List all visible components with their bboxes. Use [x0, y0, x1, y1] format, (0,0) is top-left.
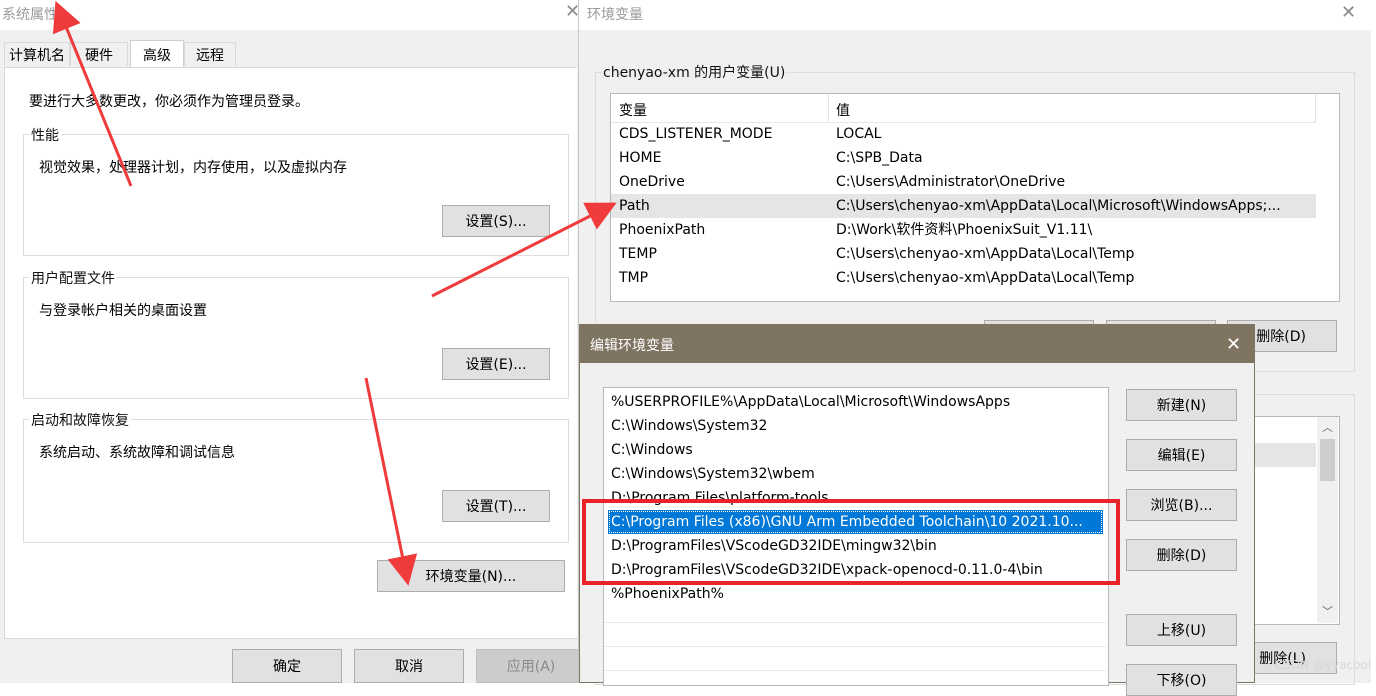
tab-remote[interactable]: 远程: [184, 42, 236, 66]
window-title: 系统属性: [2, 7, 58, 23]
list-item[interactable]: %PhoenixPath%: [608, 582, 1103, 606]
column-divider: [1315, 94, 1316, 122]
new-button[interactable]: 新建(N): [1126, 389, 1237, 421]
tab-hardware[interactable]: 硬件: [70, 42, 128, 66]
table-row[interactable]: TMP C:\Users\chenyao-xm\AppData\Local\Tem…: [611, 266, 1316, 290]
admin-note: 要进行大多数更改，你必须作为管理员登录。: [29, 94, 309, 110]
envvars-titlebar: 环境变量 ✕: [579, 0, 1371, 30]
variable-name: PhoenixPath: [619, 222, 706, 238]
list-item[interactable]: C:\Windows\System32: [608, 414, 1103, 438]
startup-label: 启动和故障恢复: [29, 410, 131, 430]
table-row[interactable]: PhoenixPath D:\Work\软件资料\PhoenixSuit_V1.1…: [611, 218, 1316, 242]
cancel-button[interactable]: 取消: [354, 649, 464, 683]
startup-group: 系统启动、系统故障和调试信息: [23, 419, 569, 543]
table-row[interactable]: Path C:\Users\chenyao-xm\AppData\Local\Mi…: [611, 194, 1316, 218]
dialog-title: 编辑环境变量: [590, 338, 674, 354]
environment-variables-button[interactable]: 环境变量(N)...: [377, 560, 565, 592]
performance-settings-button[interactable]: 设置(S)...: [442, 205, 550, 237]
column-header-value[interactable]: 值: [836, 100, 850, 120]
variable-name: OneDrive: [619, 174, 685, 190]
close-icon[interactable]: ✕: [1226, 334, 1241, 355]
edit-dialog-titlebar: 编辑环境变量 ✕: [580, 325, 1255, 363]
sysprops-titlebar: 系统属性 ✕: [0, 0, 580, 30]
list-divider: [604, 670, 1107, 671]
variable-name: TEMP: [619, 246, 657, 262]
list-item[interactable]: C:\Windows: [608, 438, 1103, 462]
scroll-down-icon[interactable]: ﹀: [1322, 603, 1333, 619]
scroll-up-icon[interactable]: ︿: [1322, 419, 1333, 435]
variable-value: C:\Users\chenyao-xm\AppData\Local\Micros…: [836, 198, 1281, 214]
move-down-button[interactable]: 下移(O): [1126, 664, 1237, 696]
variable-value: C:\Users\chenyao-xm\AppData\Local\Temp: [836, 270, 1135, 286]
performance-group: 视觉效果，处理器计划，内存使用，以及虚拟内存: [23, 134, 569, 256]
variable-value: C:\Users\chenyao-xm\AppData\Local\Temp: [836, 246, 1135, 262]
system-vars-scrollbar[interactable]: ︿ ﹀: [1317, 417, 1338, 623]
tab-computer-name[interactable]: 计算机名: [4, 42, 70, 66]
profiles-label: 用户配置文件: [29, 268, 117, 288]
list-divider: [604, 646, 1107, 647]
variable-name: CDS_LISTENER_MODE: [619, 126, 773, 142]
edit-button[interactable]: 编辑(E): [1126, 439, 1237, 471]
variable-value: C:\SPB_Data: [836, 150, 923, 166]
list-divider: [604, 622, 1107, 623]
tab-advanced[interactable]: 高级: [130, 40, 184, 68]
profiles-group: 与登录帐户相关的桌面设置: [23, 277, 569, 399]
profiles-desc: 与登录帐户相关的桌面设置: [39, 303, 207, 319]
table-row[interactable]: OneDrive C:\Users\Administrator\OneDrive: [611, 170, 1316, 194]
variable-name: Path: [619, 198, 650, 214]
user-variables-table: 变量 值 CDS_LISTENER_MODE LOCAL HOME C:\SPB_Da…: [610, 93, 1340, 302]
scrollbar-thumb[interactable]: [1320, 439, 1335, 481]
delete-button[interactable]: 删除(D): [1126, 539, 1237, 571]
column-divider: [828, 94, 829, 122]
profiles-settings-button[interactable]: 设置(E)...: [442, 348, 550, 380]
variable-value: LOCAL: [836, 126, 882, 142]
window-title: 环境变量: [587, 7, 643, 23]
startup-settings-button[interactable]: 设置(T)...: [442, 490, 550, 522]
table-header: 变量 值: [611, 94, 1316, 123]
table-row[interactable]: TEMP C:\Users\chenyao-xm\AppData\Local\Te…: [611, 242, 1316, 266]
tab-panel: 要进行大多数更改，你必须作为管理员登录。 视觉效果，处理器计划，内存使用，以及虚…: [4, 67, 577, 639]
highlight-box: [582, 499, 1120, 585]
user-variables-label: chenyao-xm 的用户变量(U): [601, 62, 788, 82]
performance-label: 性能: [29, 125, 61, 145]
list-item[interactable]: C:\Windows\System32\wbem: [608, 462, 1103, 486]
performance-desc: 视觉效果，处理器计划，内存使用，以及虚拟内存: [39, 160, 347, 176]
move-up-button[interactable]: 上移(U): [1126, 614, 1237, 646]
close-icon[interactable]: ✕: [1341, 4, 1356, 22]
list-item[interactable]: %USERPROFILE%\AppData\Local\Microsoft\Wi…: [608, 390, 1103, 414]
table-row[interactable]: HOME C:\SPB_Data: [611, 146, 1316, 170]
startup-desc: 系统启动、系统故障和调试信息: [39, 445, 235, 461]
browse-button[interactable]: 浏览(B)...: [1126, 489, 1237, 521]
variable-name: HOME: [619, 150, 662, 166]
variable-value: D:\Work\软件资料\PhoenixSuit_V1.11\: [836, 222, 1093, 238]
ok-button[interactable]: 确定: [232, 649, 342, 683]
table-row[interactable]: CDS_LISTENER_MODE LOCAL: [611, 122, 1316, 146]
apply-button[interactable]: 应用(A): [476, 649, 586, 683]
variable-value: C:\Users\Administrator\OneDrive: [836, 174, 1066, 190]
system-properties-window: 系统属性 ✕ 计算机名 硬件 高级 远程 要进行大多数更改，你必须作为管理员登录…: [0, 0, 586, 683]
column-header-variable[interactable]: 变量: [619, 100, 647, 120]
watermark: CSDN @yyacool: [1275, 658, 1372, 672]
variable-name: TMP: [619, 270, 649, 286]
